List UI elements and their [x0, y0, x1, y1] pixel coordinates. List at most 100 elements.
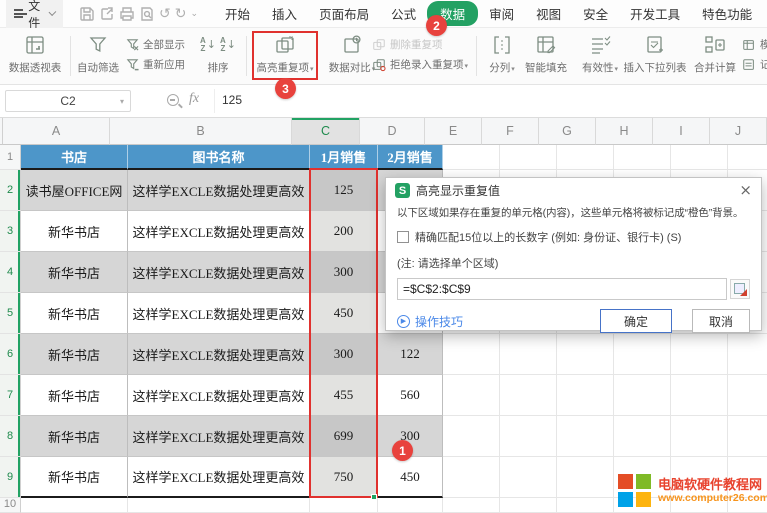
cell-E10[interactable]: [443, 498, 500, 513]
undo-icon[interactable]: ↺: [159, 4, 171, 24]
cell-A5[interactable]: 新华书店: [21, 293, 128, 334]
sort-button[interactable]: AZ↓ AZ↓ 排序: [194, 33, 242, 75]
cell-G7[interactable]: [557, 375, 614, 416]
cell-D9[interactable]: 450: [378, 457, 443, 498]
cell-B5[interactable]: 这样学EXCLE数据处理更高效: [128, 293, 310, 334]
cell-C4[interactable]: 300: [310, 252, 378, 293]
tips-link[interactable]: ▶ 操作技巧: [397, 313, 463, 330]
cell-A4[interactable]: 新华书店: [21, 252, 128, 293]
cell-J1[interactable]: [728, 145, 767, 170]
cell-B10[interactable]: [128, 498, 310, 513]
column-header-E[interactable]: E: [425, 118, 482, 145]
cell-C2[interactable]: 125: [310, 170, 378, 211]
row-number-8[interactable]: 8: [0, 416, 21, 457]
fx-icon[interactable]: fx: [189, 91, 199, 107]
cell-H6[interactable]: [614, 334, 671, 375]
cell-E8[interactable]: [443, 416, 500, 457]
cell-I6[interactable]: [671, 334, 728, 375]
row-number-7[interactable]: 7: [0, 375, 21, 416]
column-header-I[interactable]: I: [653, 118, 710, 145]
cell-I8[interactable]: [671, 416, 728, 457]
print-preview-icon[interactable]: [139, 4, 155, 24]
cell-A7[interactable]: 新华书店: [21, 375, 128, 416]
row-number-4[interactable]: 4: [0, 252, 21, 293]
column-header-C[interactable]: C: [292, 118, 360, 145]
cell-D10[interactable]: [378, 498, 443, 513]
record-form-button[interactable]: 记: [742, 57, 767, 72]
export-icon[interactable]: [99, 4, 115, 24]
data-compare-button[interactable]: 数据对比▾: [326, 33, 378, 75]
consolidate-button[interactable]: 合并计算: [690, 33, 740, 75]
cell-A10[interactable]: [21, 498, 128, 513]
header-cell-B1[interactable]: 图书名称: [128, 145, 310, 170]
zoom-out-icon[interactable]: [167, 94, 179, 106]
checkbox[interactable]: [397, 231, 409, 243]
cell-A2[interactable]: 读书屋OFFICE网: [21, 170, 128, 211]
fill-handle[interactable]: [371, 494, 377, 500]
auto-filter-button[interactable]: 自动筛选: [74, 33, 122, 75]
cell-E6[interactable]: [443, 334, 500, 375]
cell-B9[interactable]: 这样学EXCLE数据处理更高效: [128, 457, 310, 498]
menu-tab-10[interactable]: 特色功能: [691, 1, 763, 26]
save-icon[interactable]: [79, 4, 95, 24]
cell-A3[interactable]: 新华书店: [21, 211, 128, 252]
cell-F6[interactable]: [500, 334, 557, 375]
cancel-button[interactable]: 取消: [692, 309, 750, 333]
print-icon[interactable]: [119, 4, 135, 24]
row-number-6[interactable]: 6: [0, 334, 21, 375]
cell-H8[interactable]: [614, 416, 671, 457]
range-picker-icon[interactable]: [730, 279, 750, 299]
menu-tab-6[interactable]: 审阅: [478, 1, 525, 26]
column-header-F[interactable]: F: [482, 118, 539, 145]
menu-tab-7[interactable]: 视图: [525, 1, 572, 26]
cell-B2[interactable]: 这样学EXCLE数据处理更高效: [128, 170, 310, 211]
customize-toolbar-icon[interactable]: ⌄: [190, 4, 198, 24]
cell-A8[interactable]: 新华书店: [21, 416, 128, 457]
cell-J8[interactable]: [728, 416, 767, 457]
column-header-B[interactable]: B: [110, 118, 292, 145]
cell-F10[interactable]: [500, 498, 557, 513]
column-header-A[interactable]: A: [3, 118, 110, 145]
what-if-button[interactable]: 模: [742, 37, 767, 52]
smart-fill-button[interactable]: 智能填充: [520, 33, 572, 75]
data-validation-button[interactable]: 有效性▾: [576, 33, 624, 75]
cell-F8[interactable]: [500, 416, 557, 457]
cell-G10[interactable]: [557, 498, 614, 513]
cell-F1[interactable]: [500, 145, 557, 170]
row-number-1[interactable]: 1: [0, 145, 21, 170]
cell-A9[interactable]: 新华书店: [21, 457, 128, 498]
cell-E1[interactable]: [443, 145, 500, 170]
column-header-J[interactable]: J: [710, 118, 767, 145]
show-all-button[interactable]: 全部显示: [126, 37, 185, 52]
cell-I7[interactable]: [671, 375, 728, 416]
cell-J7[interactable]: [728, 375, 767, 416]
cell-C8[interactable]: 699: [310, 416, 378, 457]
cell-G9[interactable]: [557, 457, 614, 498]
cell-C5[interactable]: 450: [310, 293, 378, 334]
cell-A6[interactable]: 新华书店: [21, 334, 128, 375]
cell-F7[interactable]: [500, 375, 557, 416]
formula-input[interactable]: 125: [222, 93, 242, 107]
cell-G8[interactable]: [557, 416, 614, 457]
cell-E7[interactable]: [443, 375, 500, 416]
cell-C6[interactable]: 300: [310, 334, 378, 375]
cell-H7[interactable]: [614, 375, 671, 416]
text-to-columns-button[interactable]: 分列▾: [482, 33, 522, 75]
cell-C7[interactable]: 455: [310, 375, 378, 416]
menu-tab-1[interactable]: 开始: [214, 1, 261, 26]
cell-H1[interactable]: [614, 145, 671, 170]
cell-B8[interactable]: 这样学EXCLE数据处理更高效: [128, 416, 310, 457]
row-number-2[interactable]: 2: [0, 170, 21, 211]
insert-dropdown-list-button[interactable]: 插入下拉列表: [622, 33, 688, 75]
cell-G6[interactable]: [557, 334, 614, 375]
reject-duplicates-button[interactable]: 拒绝录入重复项▾: [372, 57, 468, 72]
range-input[interactable]: =$C$2:$C$9: [397, 278, 727, 300]
menu-tab-3[interactable]: 页面布局: [308, 1, 380, 26]
cell-F9[interactable]: [500, 457, 557, 498]
exact-match-checkbox-row[interactable]: 精确匹配15位以上的长数字 (例如: 身份证、银行卡) (S): [397, 229, 750, 245]
header-cell-D1[interactable]: 2月销售: [378, 145, 443, 170]
row-number-3[interactable]: 3: [0, 211, 21, 252]
header-cell-A1[interactable]: 书店: [21, 145, 128, 170]
column-header-H[interactable]: H: [596, 118, 653, 145]
cell-D7[interactable]: 560: [378, 375, 443, 416]
